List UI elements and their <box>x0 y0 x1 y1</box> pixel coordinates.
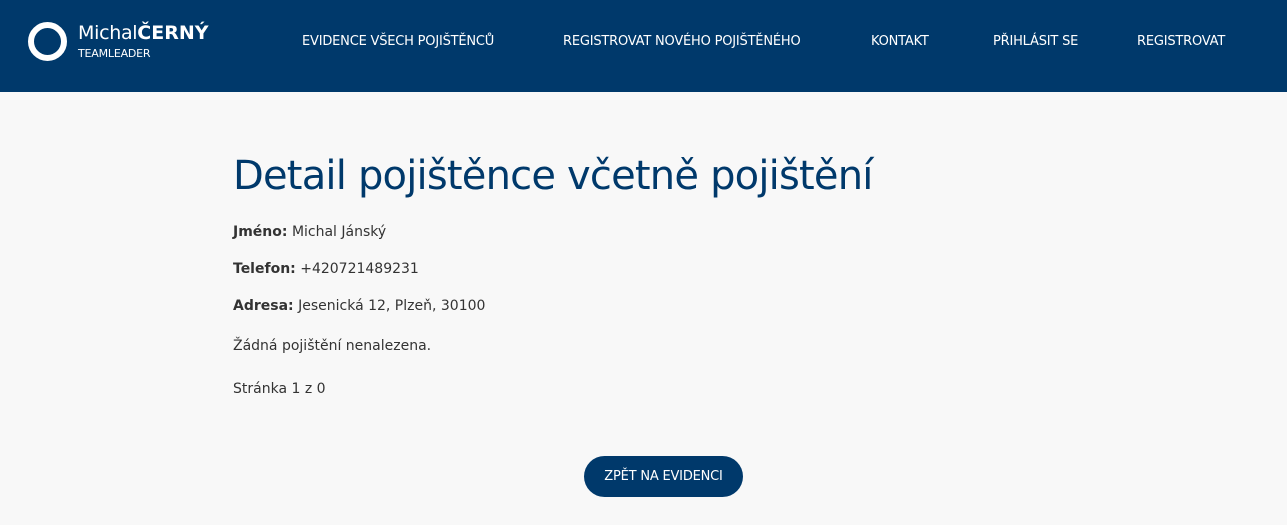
nav-link-evidence[interactable]: EVIDENCE VŠECH POJIŠTĚNCŮ <box>302 33 494 51</box>
brand-first-name: Michal <box>78 22 138 44</box>
phone-field: Telefon: +420721489231 <box>233 259 419 279</box>
brand-subtitle: TEAMLEADER <box>78 47 151 60</box>
phone-value: +420721489231 <box>300 261 419 277</box>
navbar: MichalČERNÝ TEAMLEADER EVIDENCE VŠECH PO… <box>0 0 1287 92</box>
nav-link-login[interactable]: PŘIHLÁSIT SE <box>993 33 1078 51</box>
page-title: Detail pojištěnce včetně pojištění <box>233 153 873 199</box>
detail-content: Detail pojištěnce včetně pojištění Jméno… <box>233 150 1053 397</box>
name-value: Michal Jánský <box>291 224 387 240</box>
nav-link-register-insured[interactable]: REGISTROVAT NOVÉHO POJIŠTĚNÉHO <box>563 33 801 51</box>
brand-name: MichalČERNÝ <box>78 21 209 45</box>
address-label: Adresa: <box>233 298 294 314</box>
empty-insurance-message: Žádná pojištění nenalezena. <box>233 338 432 354</box>
back-to-evidence-button[interactable]: ZPĚT NA EVIDENCI <box>584 456 743 497</box>
ring-logo-icon <box>28 22 67 61</box>
nav-link-contact[interactable]: KONTAKT <box>871 33 929 51</box>
brand-last-name: ČERNÝ <box>137 22 209 44</box>
name-label: Jméno: <box>233 224 288 240</box>
address-field: Adresa: Jesenická 12, Plzeň, 30100 <box>233 296 485 316</box>
address-value: Jesenická 12, Plzeň, 30100 <box>298 298 486 314</box>
pagination-info: Stránka 1 z 0 <box>233 381 326 397</box>
nav-link-register[interactable]: REGISTROVAT <box>1137 33 1225 51</box>
phone-label: Telefon: <box>233 261 296 277</box>
name-field: Jméno: Michal Jánský <box>233 222 386 242</box>
